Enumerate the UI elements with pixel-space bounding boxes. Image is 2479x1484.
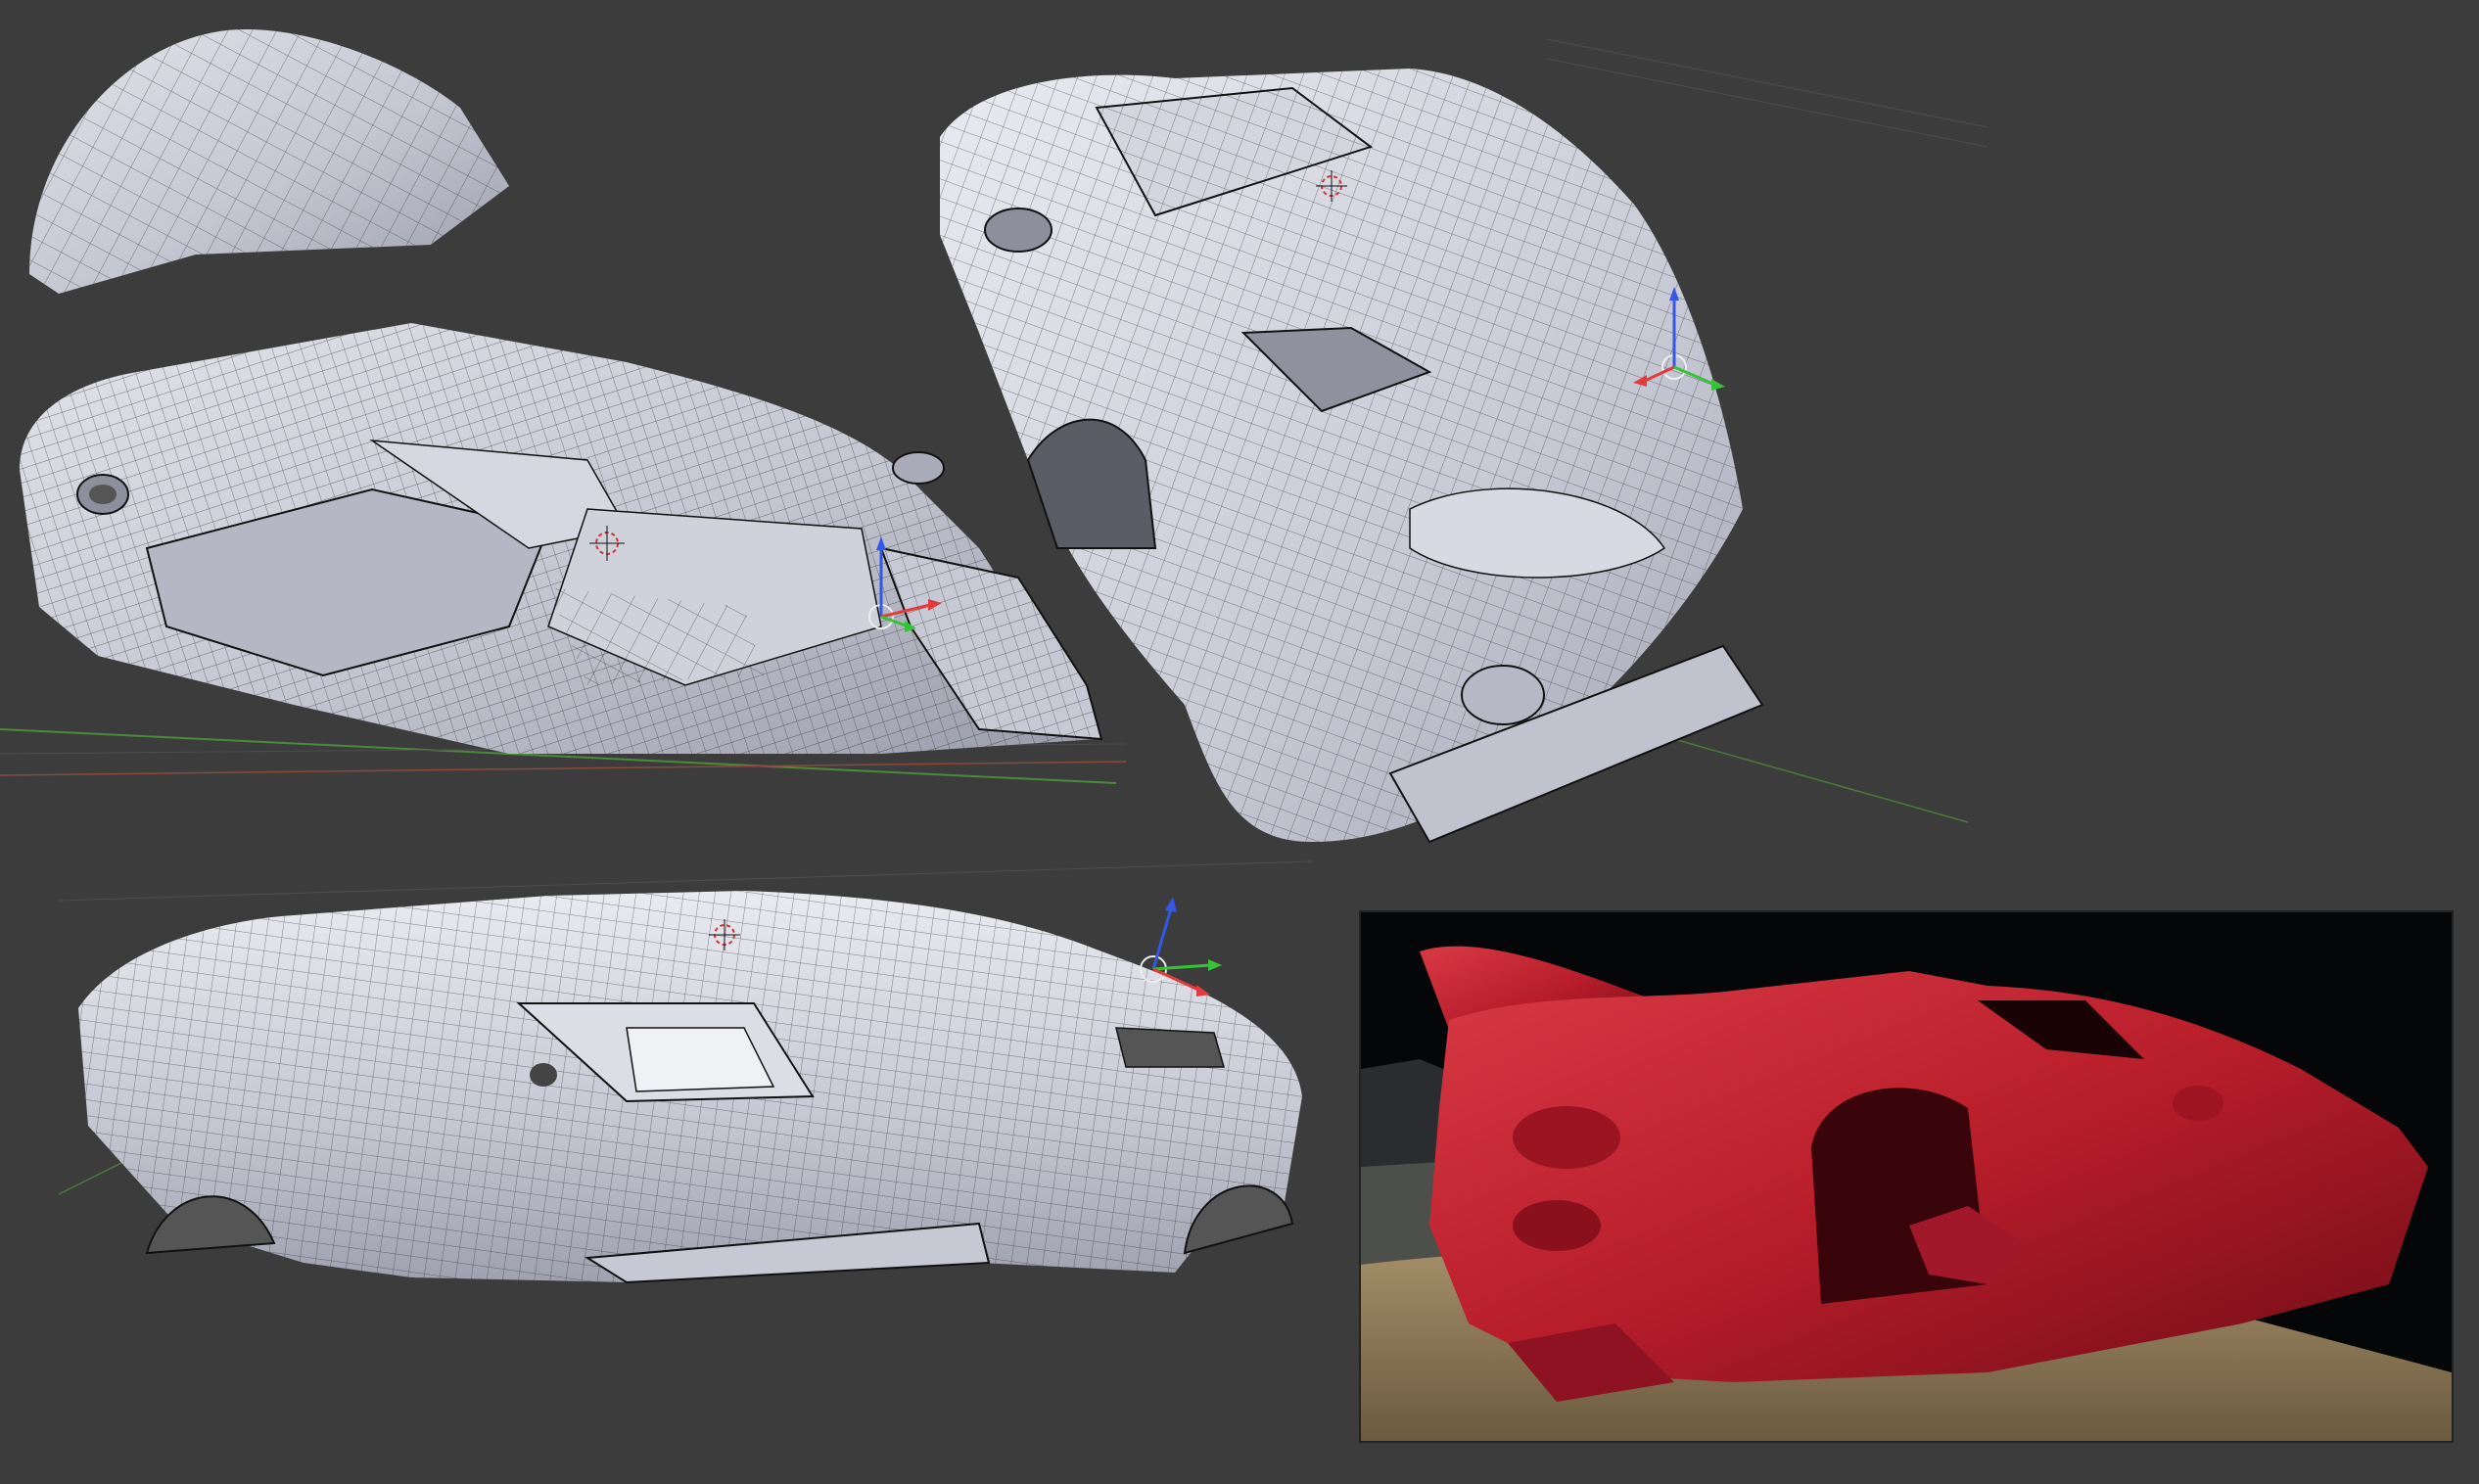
render-preview-image (1361, 912, 2452, 1441)
car-mesh-side[interactable] (78, 891, 1302, 1284)
car-mesh-front[interactable] (940, 69, 1764, 844)
viewport-side-canvas[interactable] (0, 803, 1351, 1484)
viewport-side[interactable] (0, 803, 1351, 1484)
viewport-front-canvas[interactable] (862, 0, 2479, 881)
transform-gizmo-icon[interactable] (1140, 897, 1222, 997)
render-preview (1359, 910, 2454, 1443)
viewport-front[interactable] (862, 0, 2479, 881)
